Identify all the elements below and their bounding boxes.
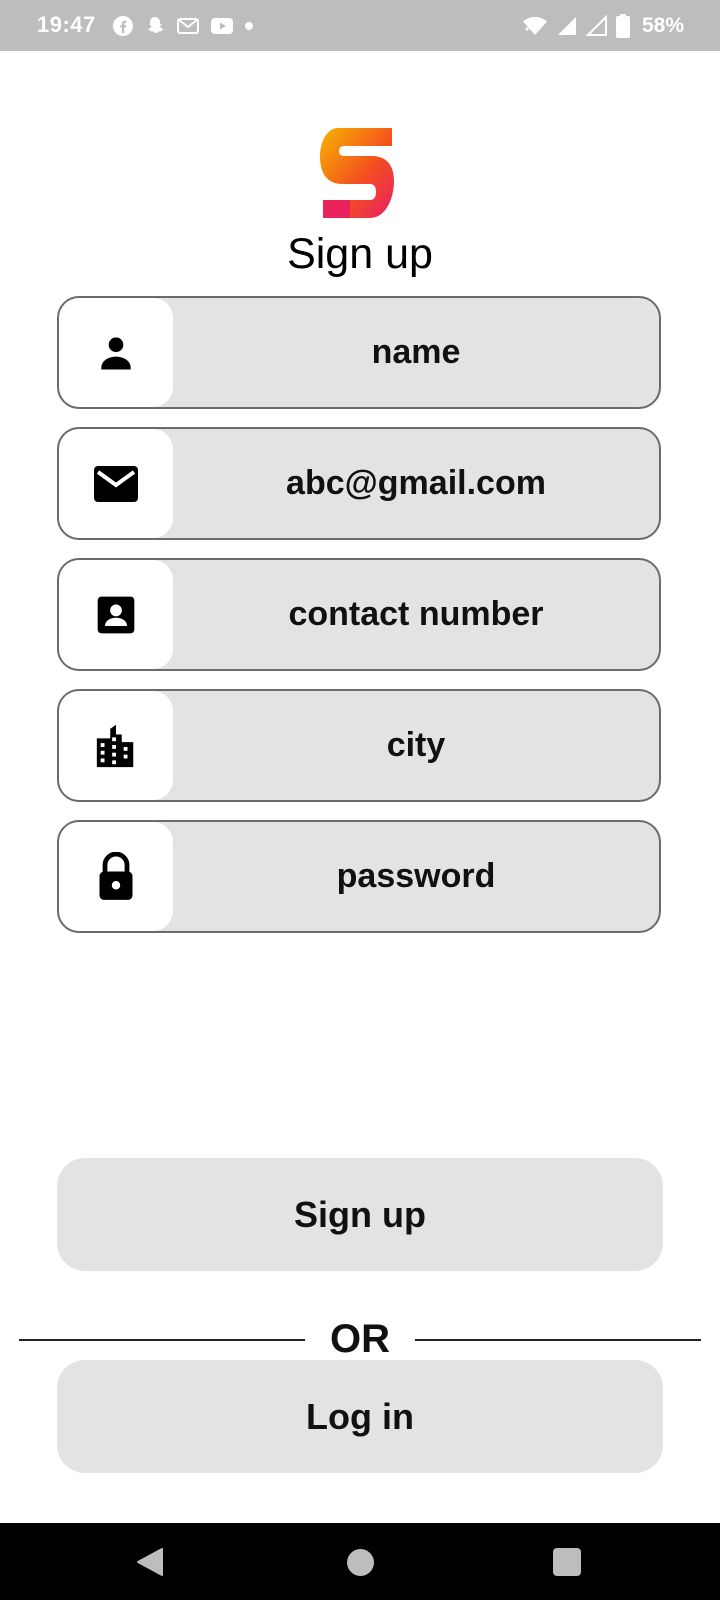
password-field[interactable]: password xyxy=(57,820,661,933)
email-field[interactable]: abc@gmail.com xyxy=(57,427,661,540)
youtube-icon xyxy=(211,18,233,34)
city-field[interactable]: city xyxy=(57,689,661,802)
person-icon xyxy=(101,336,131,369)
wifi-icon xyxy=(522,17,547,35)
recents-icon[interactable] xyxy=(553,1548,581,1576)
battery-icon xyxy=(615,14,630,38)
contact-card-icon xyxy=(97,596,135,633)
name-field-icon-box xyxy=(59,298,173,407)
home-icon[interactable] xyxy=(347,1549,374,1576)
signal-icon-2 xyxy=(585,15,607,36)
city-field-text[interactable]: city xyxy=(173,691,659,800)
email-field-icon-box xyxy=(59,429,173,538)
notification-icons xyxy=(112,14,254,38)
lock-icon xyxy=(99,851,133,900)
signal-icon xyxy=(557,17,576,35)
contact-field-icon-box xyxy=(59,560,173,669)
name-field-text[interactable]: name xyxy=(173,298,659,407)
or-line-right xyxy=(415,1339,701,1341)
city-field-icon-box xyxy=(59,691,173,800)
name-field[interactable]: name xyxy=(57,296,661,409)
password-field-text[interactable]: password xyxy=(173,822,659,931)
contact-number-field[interactable]: contact number xyxy=(57,558,661,671)
status-bar: 19:47 58% xyxy=(0,0,720,51)
navigation-bar xyxy=(0,1523,720,1600)
app-logo xyxy=(320,128,394,218)
dot-icon xyxy=(245,22,253,30)
password-field-icon-box xyxy=(59,822,173,931)
or-divider: OR xyxy=(0,1310,720,1361)
system-icons: 58% xyxy=(522,13,684,39)
contact-number-field-text[interactable]: contact number xyxy=(173,560,659,669)
battery-level: 58% xyxy=(641,14,684,37)
mail-icon xyxy=(94,465,138,502)
snapchat-icon xyxy=(148,17,164,34)
signup-screen: 19:47 58% Sign up name abc@gmail.com con… xyxy=(0,0,720,1600)
page-title: Sign up xyxy=(287,230,433,278)
or-line-left xyxy=(19,1339,305,1341)
login-button[interactable]: Log in xyxy=(57,1360,663,1473)
email-field-text[interactable]: abc@gmail.com xyxy=(173,429,659,538)
signup-button[interactable]: Sign up xyxy=(57,1158,663,1271)
gmail-icon xyxy=(177,18,199,34)
back-icon[interactable] xyxy=(134,1546,166,1578)
facebook-icon xyxy=(113,16,133,36)
city-icon xyxy=(96,724,134,767)
status-time: 19:47 xyxy=(37,12,96,37)
